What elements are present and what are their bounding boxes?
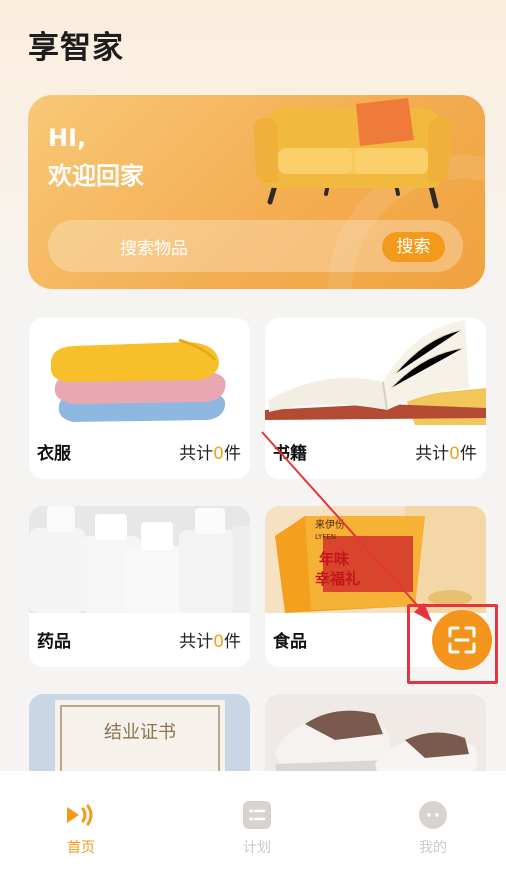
medicine-image bbox=[29, 506, 250, 613]
snack-brand: 来伊份 bbox=[315, 519, 345, 531]
category-name: 衣服 bbox=[37, 444, 71, 464]
profile-face-icon bbox=[419, 801, 447, 829]
certificate-title: 结业证书 bbox=[104, 722, 176, 743]
app-title: 享智家 bbox=[28, 30, 124, 66]
scan-icon bbox=[448, 626, 476, 654]
sofa-illustration bbox=[253, 98, 453, 209]
tab-plan[interactable]: 计划 bbox=[217, 799, 297, 857]
snack-brand-en: LYFEN bbox=[315, 533, 336, 541]
food-image: 来伊份 LYFEN 年味 幸福礼 bbox=[265, 506, 486, 613]
books-image bbox=[265, 318, 486, 425]
tab-label-plan: 计划 bbox=[243, 840, 271, 856]
category-name: 书籍 bbox=[273, 444, 307, 464]
category-card-clothes[interactable]: 衣服 共计0件 bbox=[29, 318, 250, 479]
search-input[interactable]: 搜索物品 bbox=[120, 234, 188, 259]
category-name: 食品 bbox=[273, 632, 307, 652]
greeting-line-1: HI, bbox=[48, 124, 87, 152]
home-signal-icon bbox=[67, 804, 93, 826]
search-bar[interactable]: 搜索物品 搜索 bbox=[48, 220, 463, 272]
greeting-line-2: 欢迎回家 bbox=[48, 162, 144, 190]
snack-slogan-1: 年味 bbox=[319, 550, 349, 568]
tab-mine[interactable]: 我的 bbox=[393, 799, 473, 857]
category-card-medicine[interactable]: 药品 共计0件 bbox=[29, 506, 250, 667]
bottom-tab-bar: 首页 计划 我的 bbox=[0, 771, 506, 884]
tab-label-mine: 我的 bbox=[419, 840, 447, 856]
category-count: 共计0件 bbox=[179, 444, 241, 464]
clothes-image bbox=[29, 318, 250, 425]
hero-greeting: HI, 欢迎回家 bbox=[48, 119, 144, 195]
category-count: 共计0件 bbox=[415, 444, 477, 464]
scan-button[interactable] bbox=[432, 610, 492, 670]
category-count: 共计0件 bbox=[179, 632, 241, 652]
list-icon bbox=[243, 801, 271, 829]
category-name: 药品 bbox=[37, 632, 71, 652]
category-card-books[interactable]: 书籍 共计0件 bbox=[265, 318, 486, 479]
search-button[interactable]: 搜索 bbox=[382, 232, 445, 262]
tab-label-home: 首页 bbox=[67, 840, 95, 856]
tab-home[interactable]: 首页 bbox=[41, 799, 121, 857]
snack-slogan-2: 幸福礼 bbox=[315, 570, 360, 588]
